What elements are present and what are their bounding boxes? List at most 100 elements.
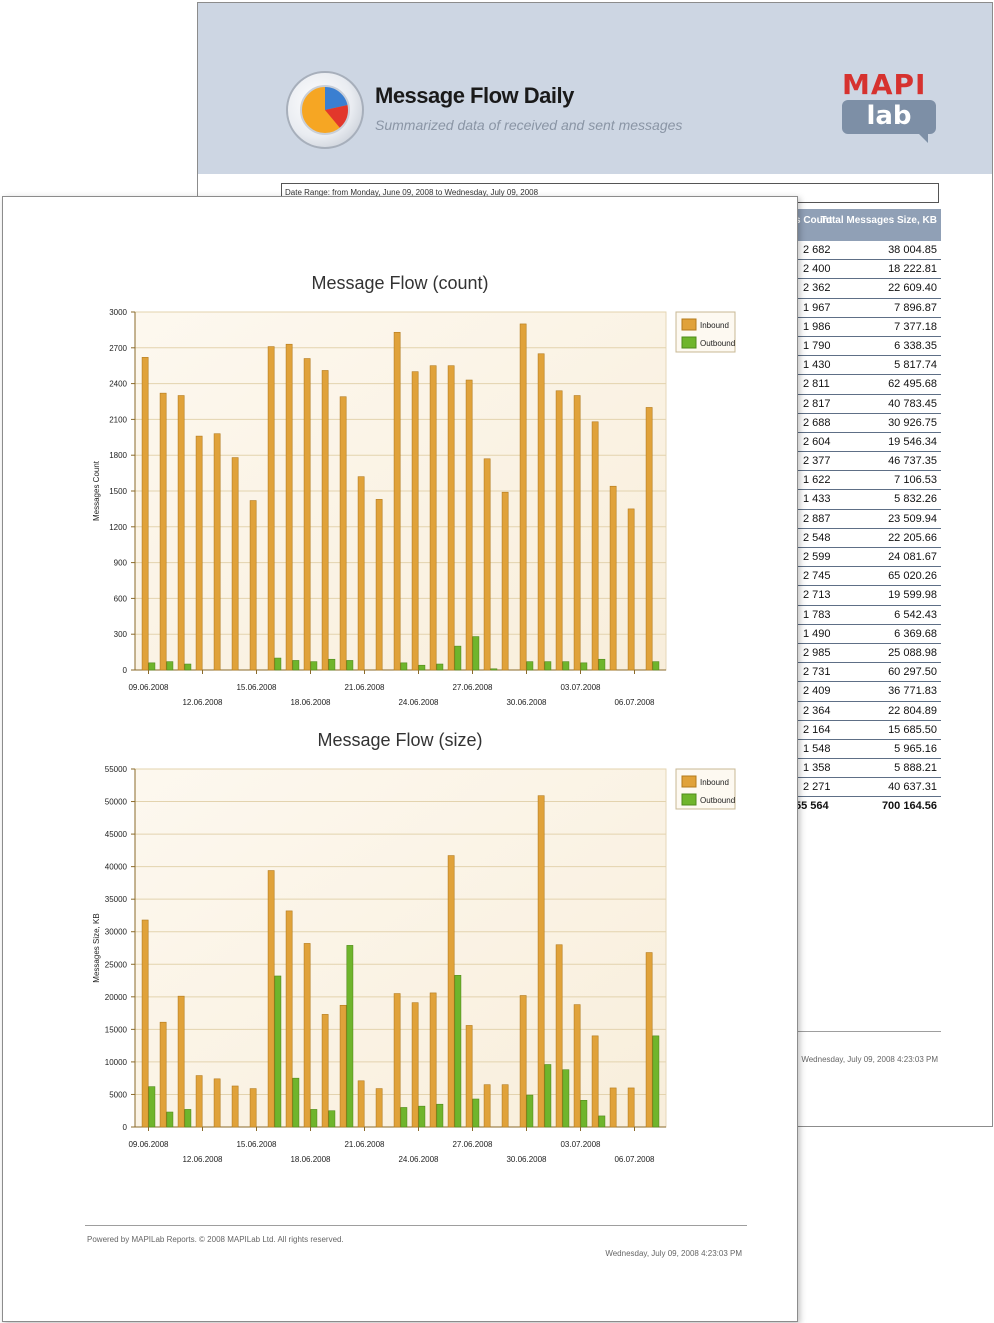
- row-size-cell: 19 546.34: [888, 435, 937, 448]
- inbound-bar: [483, 1084, 491, 1128]
- row-size-cell: 22 804.89: [888, 704, 937, 717]
- table-row: 2 362 22 609.40: [795, 279, 941, 299]
- inbound-bar: [195, 435, 203, 671]
- y-tick-label: 20000: [105, 993, 128, 1002]
- inbound-bar: [519, 323, 527, 671]
- outbound-bar: [598, 1115, 606, 1128]
- y-tick-label: 5000: [109, 1090, 127, 1099]
- row-size-cell: 5 965.16: [894, 742, 937, 755]
- chart-title: Message Flow (count): [311, 273, 488, 293]
- x-tick-label: 06.07.2008: [614, 698, 655, 707]
- x-tick-label: 06.07.2008: [614, 1155, 655, 1164]
- table-row: 2 817 40 783.45: [795, 395, 941, 414]
- y-tick-label: 0: [123, 1123, 128, 1132]
- inbound-bar: [627, 508, 635, 671]
- chart-legend: Inbound Outbound: [675, 768, 736, 810]
- inbound-bar: [303, 358, 311, 671]
- y-tick-label: 600: [114, 594, 128, 603]
- outbound-bar: [292, 660, 300, 671]
- row-count-cell: 2 811: [803, 378, 830, 391]
- row-count-cell: 2 599: [803, 551, 831, 563]
- inbound-bar: [447, 855, 455, 1128]
- outbound-bar: [598, 658, 606, 671]
- brand-bottom-text: lab: [866, 101, 912, 131]
- row-count-cell: 2 745: [803, 570, 831, 583]
- inbound-bar: [357, 476, 365, 671]
- row-size-cell: 18 222.81: [888, 263, 937, 276]
- y-tick-label: 1800: [109, 451, 127, 460]
- y-tick-label: 50000: [105, 798, 128, 807]
- inbound-bar: [339, 1004, 347, 1128]
- front-chart-page: Message Flow (count) 0 300 600 900 1200 1500 18…: [2, 196, 798, 1322]
- x-tick-label: 24.06.2008: [398, 698, 439, 707]
- inbound-bar: [231, 1085, 239, 1128]
- row-size-cell: 25 088.98: [888, 646, 937, 659]
- x-tick-label: 27.06.2008: [452, 1140, 493, 1149]
- outbound-bar: [472, 1098, 480, 1128]
- row-count-cell: 1 548: [803, 742, 831, 755]
- inbound-bar: [285, 910, 293, 1128]
- outbound-bar: [184, 663, 192, 671]
- row-size-cell: 15 685.50: [888, 723, 937, 736]
- row-size-cell: 46 737.35: [888, 455, 937, 468]
- outbound-bar: [436, 1103, 444, 1128]
- inbound-bar: [447, 365, 455, 671]
- row-count-cell: 1 790: [803, 339, 831, 352]
- size-chart: Message Flow (size) 0 5000 10000 15000 20000 2…: [92, 730, 736, 1164]
- x-tick-label: 30.06.2008: [506, 1155, 547, 1164]
- report-title: Message Flow Daily: [375, 83, 574, 108]
- y-tick-label: 25000: [105, 960, 128, 969]
- total-size-cell: 700 164.56: [881, 800, 937, 813]
- row-count-cell: 2 409: [803, 685, 831, 698]
- row-size-cell: 23 509.94: [888, 512, 937, 525]
- inbound-bar: [249, 1088, 257, 1128]
- row-count-cell: 1 433: [803, 493, 831, 506]
- inbound-bar: [159, 1021, 167, 1128]
- inbound-bar: [465, 1025, 473, 1128]
- outbound-bar: [490, 668, 498, 671]
- inbound-bar: [501, 1084, 509, 1128]
- table-row: 2 713 19 599.98: [795, 586, 941, 606]
- row-size-cell: 5 888.21: [894, 762, 937, 775]
- back-footer-rule: [795, 1031, 941, 1032]
- table-header-row: s Count Total Messages Size, KB: [795, 209, 941, 241]
- plot-area: [134, 768, 667, 1128]
- y-tick-label: 15000: [105, 1025, 128, 1034]
- inbound-bar: [267, 870, 275, 1128]
- y-tick-label: 45000: [105, 830, 128, 839]
- table-row: 2 599 24 081.67: [795, 548, 941, 568]
- row-size-cell: 60 297.50: [888, 666, 937, 679]
- x-tick-label: 30.06.2008: [506, 698, 547, 707]
- inbound-bar: [537, 795, 545, 1128]
- row-count-cell: 1 490: [803, 627, 831, 640]
- y-tick-label: 1500: [109, 487, 127, 496]
- inbound-bar: [195, 1075, 203, 1128]
- outbound-bar: [652, 1035, 660, 1128]
- y-tick-label: 10000: [105, 1058, 128, 1067]
- count-chart: Message Flow (count) 0 300 600 900 1200 1500 18…: [92, 273, 736, 707]
- inbound-bar: [483, 458, 491, 671]
- table-row: 2 985 25 088.98: [795, 644, 941, 664]
- inbound-bar: [249, 500, 257, 671]
- row-count-cell: 2 164: [803, 723, 831, 736]
- brand-bottom-box: lab: [842, 100, 936, 143]
- outbound-bar: [526, 1094, 534, 1128]
- x-tick-label: 27.06.2008: [452, 683, 493, 692]
- header-size: Total Messages Size, KB: [820, 215, 937, 226]
- outbound-bar: [274, 975, 282, 1128]
- outbound-bar: [436, 663, 444, 671]
- y-tick-label: 40000: [105, 863, 128, 872]
- inbound-bar: [375, 1088, 383, 1128]
- y-tick-label: 300: [114, 630, 128, 639]
- inbound-bar: [645, 407, 653, 671]
- table-row: 1 783 6 542.43: [795, 606, 941, 625]
- row-count-cell: 2 362: [803, 282, 831, 295]
- row-count-cell: 2 887: [803, 512, 831, 525]
- legend-inbound-swatch: [681, 318, 697, 331]
- row-count-cell: 2 604: [803, 435, 831, 448]
- row-size-cell: 6 369.68: [894, 627, 937, 640]
- x-tick-label: 12.06.2008: [182, 1155, 223, 1164]
- table-row: 2 400 18 222.81: [795, 260, 941, 280]
- inbound-bar: [141, 919, 149, 1128]
- outbound-bar: [346, 660, 354, 671]
